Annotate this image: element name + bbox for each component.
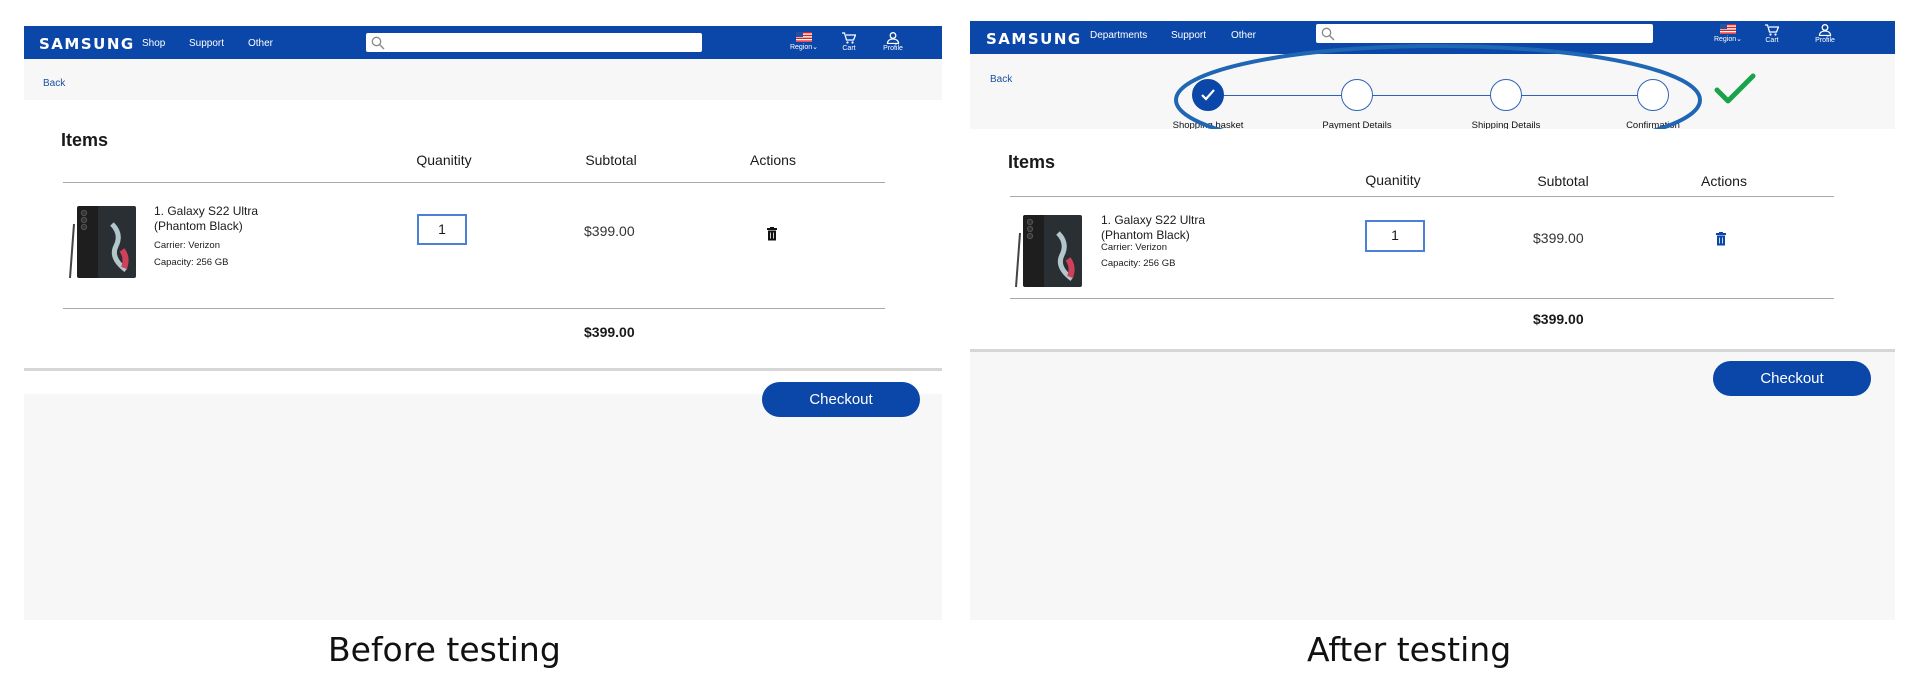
profile-link[interactable]: Profile [878, 32, 908, 52]
item-divider [63, 308, 885, 309]
cart-icon [842, 32, 856, 44]
header-divider [1010, 196, 1834, 197]
back-link[interactable]: Back [990, 74, 1012, 85]
product-image [69, 206, 136, 279]
samsung-logo[interactable]: SAMSUNG [39, 35, 135, 53]
items-heading: Items [61, 130, 109, 150]
profile-label: Profile [1815, 37, 1835, 44]
item-subtotal: $399.00 [1533, 230, 1584, 246]
chevron-down-icon: ⌄ [812, 44, 819, 51]
flag-icon [796, 32, 812, 42]
success-check-icon [1714, 73, 1756, 104]
product-name[interactable]: 1. Galaxy S22 Ultra (Phantom Black) [154, 204, 289, 234]
item-subtotal: $399.00 [584, 223, 635, 239]
checkout-button[interactable]: Checkout [1713, 361, 1871, 396]
product-image [1015, 215, 1082, 288]
column-actions: Actions [750, 152, 796, 168]
region-selector[interactable]: Region⌄ [1713, 24, 1743, 43]
after-screenshot: SAMSUNG Departments Support Other Region… [970, 21, 1895, 620]
quantity-input[interactable]: 1 [417, 214, 467, 245]
cart-link[interactable]: Cart [1757, 24, 1787, 44]
trash-icon[interactable] [1715, 232, 1727, 246]
quantity-input[interactable]: 1 [1365, 220, 1425, 252]
product-capacity: Capacity: 256 GB [1101, 258, 1176, 269]
cart-label: Cart [842, 45, 856, 52]
profile-icon [886, 32, 900, 44]
region-label: Region [1713, 36, 1737, 43]
cart-icon [1765, 24, 1779, 36]
after-caption: After testing [1307, 630, 1512, 669]
item-divider [1010, 298, 1834, 299]
header-divider [63, 182, 885, 183]
back-link[interactable]: Back [43, 78, 65, 89]
profile-link[interactable]: Profile [1810, 24, 1840, 44]
column-quantity: Quanitity [1365, 172, 1421, 188]
region-label: Region [789, 44, 813, 51]
column-subtotal: Subtotal [585, 152, 637, 168]
nav-link-other[interactable]: Other [248, 38, 273, 49]
flag-icon [1720, 24, 1736, 34]
cart-link[interactable]: Cart [834, 32, 864, 52]
column-subtotal: Subtotal [1537, 173, 1589, 189]
cart-total: $399.00 [1533, 311, 1584, 327]
chevron-down-icon: ⌄ [1736, 36, 1743, 43]
trash-icon[interactable] [766, 227, 778, 241]
product-capacity: Capacity: 256 GB [154, 257, 229, 268]
top-navbar: SAMSUNG Shop Support Other Region⌄ Cart … [24, 26, 942, 59]
nav-link-shop[interactable]: Shop [142, 38, 165, 49]
search-icon [371, 36, 385, 50]
samsung-logo[interactable]: SAMSUNG [986, 30, 1082, 48]
before-caption: Before testing [328, 630, 561, 669]
nav-link-departments[interactable]: Departments [1090, 30, 1147, 41]
before-screenshot: SAMSUNG Shop Support Other Region⌄ Cart … [24, 26, 942, 620]
content-bottom-divider [24, 368, 942, 371]
checkout-button[interactable]: Checkout [762, 382, 920, 417]
profile-icon [1818, 24, 1832, 36]
region-selector[interactable]: Region⌄ [789, 32, 819, 51]
profile-label: Profile [883, 45, 903, 52]
search-input[interactable] [366, 33, 702, 52]
column-quantity: Quanitity [416, 152, 472, 168]
cart-total: $399.00 [584, 324, 635, 340]
product-carrier: Carrier: Verizon [154, 240, 220, 251]
nav-link-support[interactable]: Support [189, 38, 224, 49]
content-bottom-divider [970, 349, 1895, 352]
column-actions: Actions [1701, 173, 1747, 189]
cart-label: Cart [1765, 37, 1779, 44]
product-carrier: Carrier: Verizon [1101, 242, 1167, 253]
items-heading: Items [1008, 152, 1056, 172]
